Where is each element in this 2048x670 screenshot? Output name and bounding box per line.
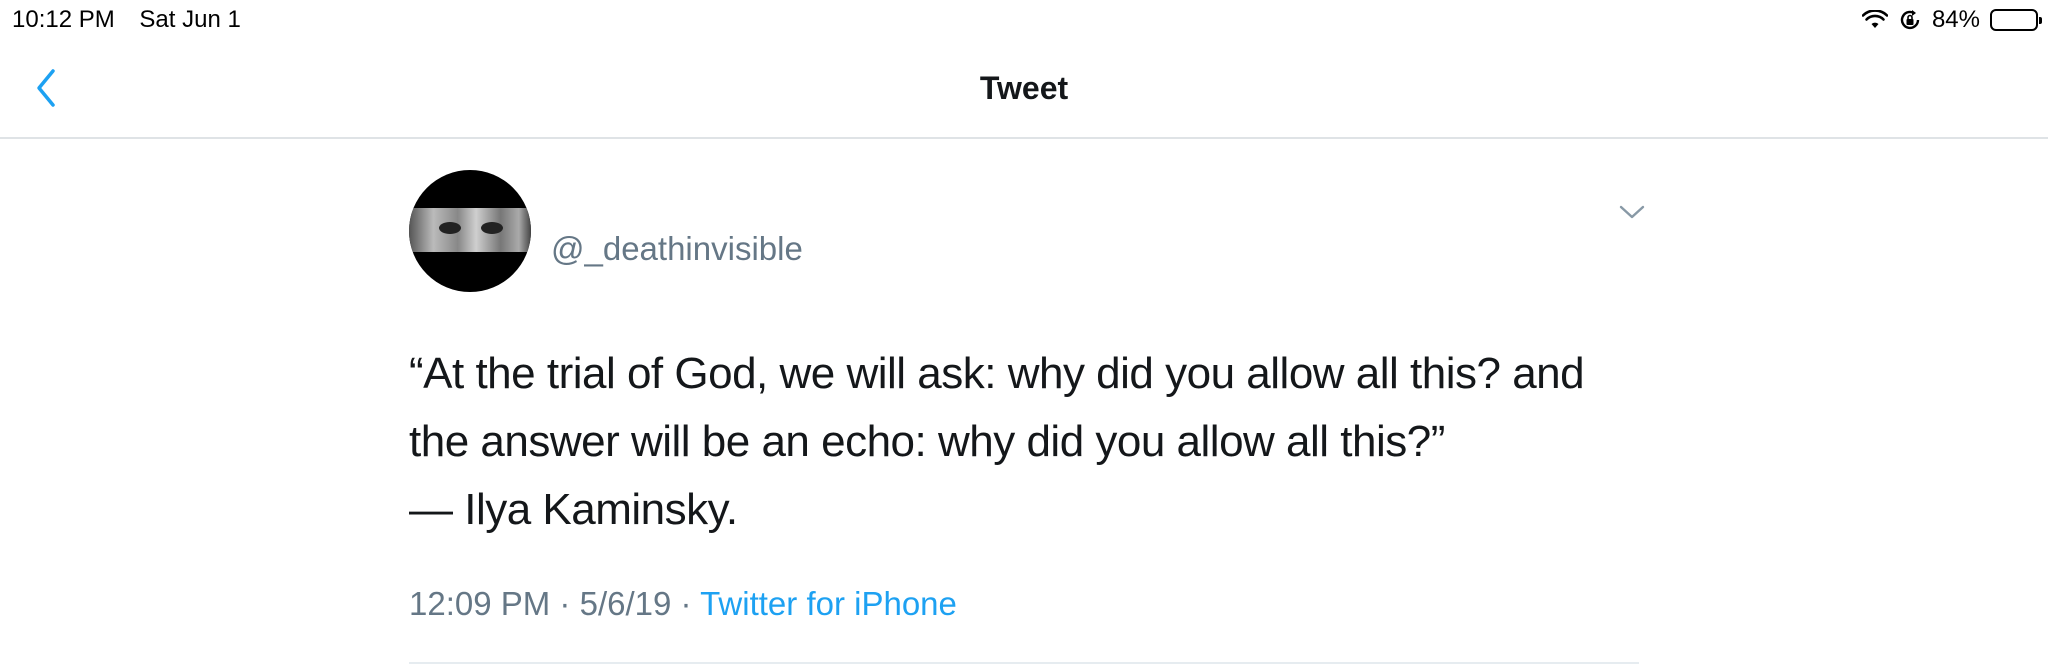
battery-icon — [1990, 9, 2042, 31]
chevron-down-icon[interactable] — [1617, 200, 1647, 224]
avatar-image-band — [409, 208, 531, 252]
divider — [409, 662, 1639, 664]
status-date: Sat Jun 1 — [139, 6, 241, 33]
meta-separator: · — [680, 585, 692, 622]
tweet-text-line: — Ilya Kaminsky. — [409, 485, 738, 534]
nav-bar: Tweet — [0, 40, 2048, 139]
avatar-eye-left — [439, 222, 461, 234]
rotation-lock-icon — [1898, 8, 1922, 32]
tweet-text-line: “At the trial of God, we will ask: why d… — [409, 349, 1585, 398]
tweet-meta: 12:09 PM · 5/6/19 · Twitter for iPhone — [409, 585, 957, 623]
tweet-text-line: the answer will be an echo: why did you … — [409, 417, 1445, 466]
status-time: 10:12 PM — [12, 6, 115, 33]
avatar[interactable] — [409, 170, 531, 292]
status-left: 10:12 PM Sat Jun 1 — [12, 6, 259, 34]
page-title: Tweet — [979, 70, 1069, 106]
tweet-date: 5/6/19 — [579, 585, 672, 622]
avatar-eye-right — [481, 222, 503, 234]
battery-percent: 84% — [1931, 6, 1980, 33]
tweet-time: 12:09 PM — [409, 585, 551, 622]
wifi-icon — [1861, 10, 1888, 30]
status-right: 84% — [1852, 6, 2042, 34]
tweet-source-link[interactable]: Twitter for iPhone — [700, 585, 957, 622]
meta-separator: · — [559, 585, 571, 622]
user-handle[interactable]: @_deathinvisible — [551, 230, 803, 268]
tweet-text: “At the trial of God, we will ask: why d… — [409, 340, 1639, 544]
status-bar: 10:12 PM Sat Jun 1 84% — [0, 0, 2048, 40]
